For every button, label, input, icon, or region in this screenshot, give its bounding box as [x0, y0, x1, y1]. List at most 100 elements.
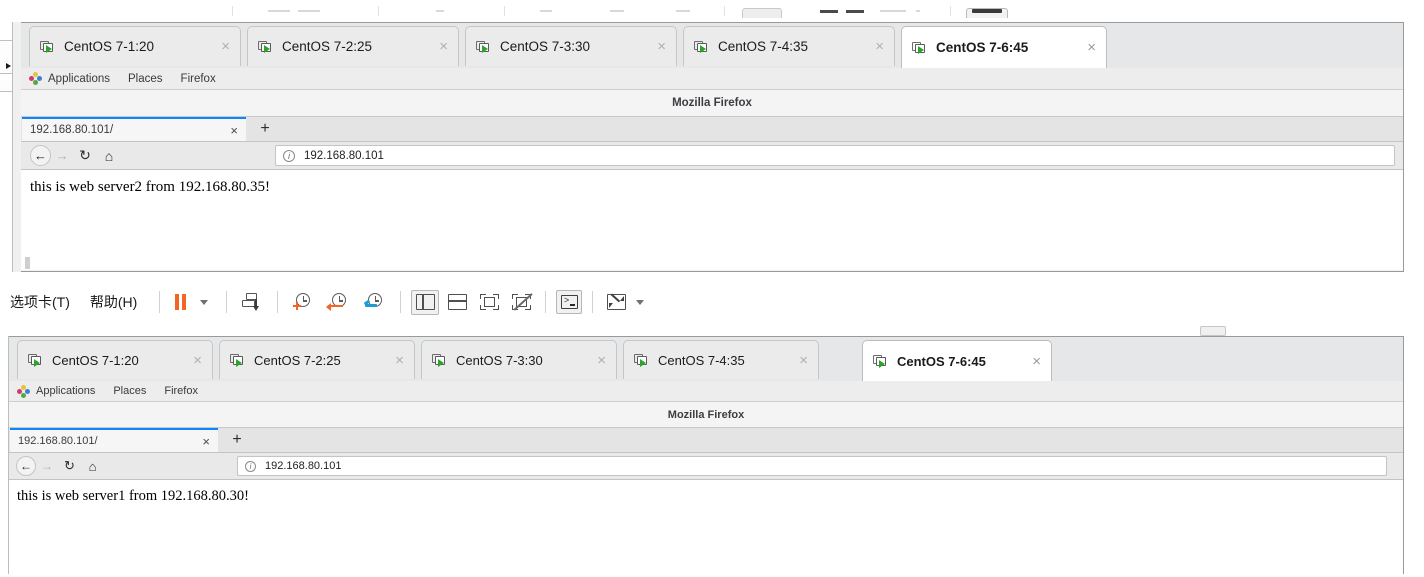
vm-tab-label: CentOS 7-1:20 — [52, 352, 139, 368]
firefox-window-title-top: Mozilla Firefox — [21, 90, 1403, 117]
virtual-machine-icon — [634, 353, 650, 367]
toolbar-fragment-dash — [676, 10, 690, 12]
toolbar-button-fragment[interactable] — [742, 8, 782, 18]
snapshot-wrench-clock-icon — [364, 293, 385, 311]
gnome-top-panel-top: Applications Places Firefox — [21, 68, 1403, 90]
firefox-nav-toolbar-bottom: ← → ↻ ⌂ i 192.168.80.101 — [9, 453, 1403, 480]
firefox-tab-192-168-80-101[interactable]: 192.168.80.101/ × — [10, 428, 218, 452]
firefox-tab-192-168-80-101[interactable]: 192.168.80.101/ × — [22, 117, 246, 141]
toolbar-separator — [592, 291, 594, 313]
cropped-toolbar-fragment — [0, 0, 1424, 18]
toolbar-separator — [277, 291, 279, 313]
toolbar-fragment-dash — [820, 10, 838, 13]
close-icon[interactable]: × — [193, 352, 202, 369]
vmware-window-bottom: CentOS 7-1:20 × CentOS 7-2:25 × CentOS 7… — [9, 336, 1404, 574]
close-icon[interactable]: × — [221, 38, 230, 55]
close-icon[interactable]: × — [230, 123, 238, 138]
unity-mode-icon — [511, 293, 533, 311]
window-left-padding — [13, 22, 21, 272]
vm-tab-centos-7-4[interactable]: CentOS 7-4:35 × — [623, 340, 819, 379]
toolbar-separator — [226, 291, 228, 313]
vm-tab-centos-7-1[interactable]: CentOS 7-1:20 × — [29, 26, 241, 66]
gnome-places-menu[interactable]: Places — [128, 73, 163, 85]
vmware-window-top: CentOS 7-1:20 × CentOS 7-2:25 × CentOS 7… — [21, 22, 1404, 272]
vm-tab-label: CentOS 7-3:30 — [500, 39, 591, 54]
stretch-guest-button[interactable] — [603, 290, 629, 315]
close-icon[interactable]: × — [439, 38, 448, 55]
vm-tab-centos-7-4[interactable]: CentOS 7-4:35 × — [683, 26, 895, 66]
close-icon[interactable]: × — [799, 352, 808, 369]
close-icon[interactable]: × — [1032, 353, 1041, 370]
close-icon[interactable]: × — [597, 352, 606, 369]
collapse-arrow-icon[interactable] — [6, 63, 11, 69]
pause-dropdown-caret[interactable] — [192, 290, 216, 314]
vm-tab-centos-7-2[interactable]: CentOS 7-2:25 × — [247, 26, 459, 66]
show-thumbnail-bar-button[interactable] — [443, 290, 471, 315]
firefox-page-content-top: this is web server2 from 192.168.80.35! — [21, 170, 1403, 270]
gnome-firefox-menu[interactable]: Firefox — [181, 73, 216, 85]
url-bar-bottom[interactable]: i 192.168.80.101 — [237, 456, 1387, 476]
console-view-button[interactable]: > — [556, 290, 583, 314]
pause-vm-button[interactable] — [170, 290, 192, 314]
page-info-icon[interactable]: i — [245, 460, 256, 472]
new-tab-button[interactable]: + — [249, 117, 281, 141]
close-icon[interactable]: × — [657, 38, 666, 55]
vm-tab-centos-7-3[interactable]: CentOS 7-3:30 × — [465, 26, 677, 66]
firefox-tab-strip-top: 192.168.80.101/ × + — [21, 117, 1403, 142]
virtual-machine-icon — [40, 40, 56, 54]
stretch-dropdown-caret[interactable] — [629, 290, 651, 315]
virtual-machine-icon — [432, 353, 448, 367]
virtual-machine-icon — [230, 353, 246, 367]
chevron-down-icon — [636, 299, 645, 305]
vm-tab-bar-top: CentOS 7-1:20 × CentOS 7-2:25 × CentOS 7… — [21, 23, 1403, 68]
vm-tab-label: CentOS 7-6:45 — [897, 353, 986, 369]
show-library-icon — [415, 294, 435, 310]
reload-icon[interactable]: ↻ — [73, 145, 97, 167]
vm-tab-label: CentOS 7-3:30 — [456, 352, 543, 368]
vm-tab-centos-7-1[interactable]: CentOS 7-1:20 × — [17, 340, 213, 379]
menu-help[interactable]: 帮助(H) — [90, 292, 137, 312]
close-icon[interactable]: × — [395, 352, 404, 369]
toolbar-separator — [545, 291, 547, 313]
url-text: 192.168.80.101 — [265, 460, 342, 472]
revert-snapshot-button[interactable] — [324, 289, 354, 315]
vm-tab-centos-7-6[interactable]: CentOS 7-6:45 × — [862, 340, 1052, 381]
vm-tab-label: CentOS 7-1:20 — [64, 39, 155, 54]
revert-snapshot-clock-icon — [326, 293, 349, 311]
page-info-icon[interactable]: i — [283, 149, 295, 162]
firefox-tab-label: 192.168.80.101/ — [30, 124, 114, 136]
close-icon[interactable]: × — [202, 434, 210, 449]
gnome-firefox-menu[interactable]: Firefox — [164, 385, 198, 397]
vm-tab-label: CentOS 7-2:25 — [254, 352, 341, 368]
back-icon[interactable]: ← — [16, 456, 36, 476]
gnome-places-menu[interactable]: Places — [113, 385, 146, 397]
vm-tab-centos-7-6[interactable]: CentOS 7-6:45 × — [901, 26, 1107, 68]
vm-tab-centos-7-3[interactable]: CentOS 7-3:30 × — [421, 340, 617, 379]
url-bar-top[interactable]: i 192.168.80.101 — [275, 145, 1395, 166]
snapshot-settings-button[interactable] — [360, 289, 390, 315]
close-icon[interactable]: × — [1087, 39, 1096, 56]
close-icon[interactable]: × — [875, 38, 884, 55]
home-icon[interactable]: ⌂ — [81, 456, 104, 477]
toolbar-separator — [400, 291, 402, 313]
back-icon[interactable]: ← — [30, 145, 51, 166]
take-snapshot-icon — [242, 293, 262, 311]
show-library-button[interactable] — [411, 289, 440, 315]
forward-icon[interactable]: → — [51, 145, 73, 167]
pause-icon-fragment — [25, 257, 30, 269]
vm-tab-centos-7-2[interactable]: CentOS 7-2:25 × — [219, 340, 415, 379]
new-tab-button[interactable]: + — [221, 428, 253, 452]
full-screen-button[interactable] — [475, 290, 503, 315]
home-icon[interactable]: ⌂ — [97, 145, 121, 167]
menu-tabs[interactable]: 选项卡(T) — [10, 292, 70, 312]
snapshot-manager-button[interactable] — [288, 289, 318, 315]
gnome-applications-menu[interactable]: Applications — [48, 73, 110, 85]
firefox-tab-label: 192.168.80.101/ — [18, 435, 98, 447]
unity-mode-button[interactable] — [507, 290, 535, 315]
gnome-applications-menu[interactable]: Applications — [36, 385, 95, 397]
toolbar-button-fragment[interactable] — [1200, 326, 1226, 336]
vm-tab-label: CentOS 7-4:35 — [718, 39, 809, 54]
take-snapshot-button[interactable] — [237, 289, 267, 315]
reload-icon[interactable]: ↻ — [58, 456, 81, 477]
forward-icon[interactable]: → — [36, 456, 58, 477]
